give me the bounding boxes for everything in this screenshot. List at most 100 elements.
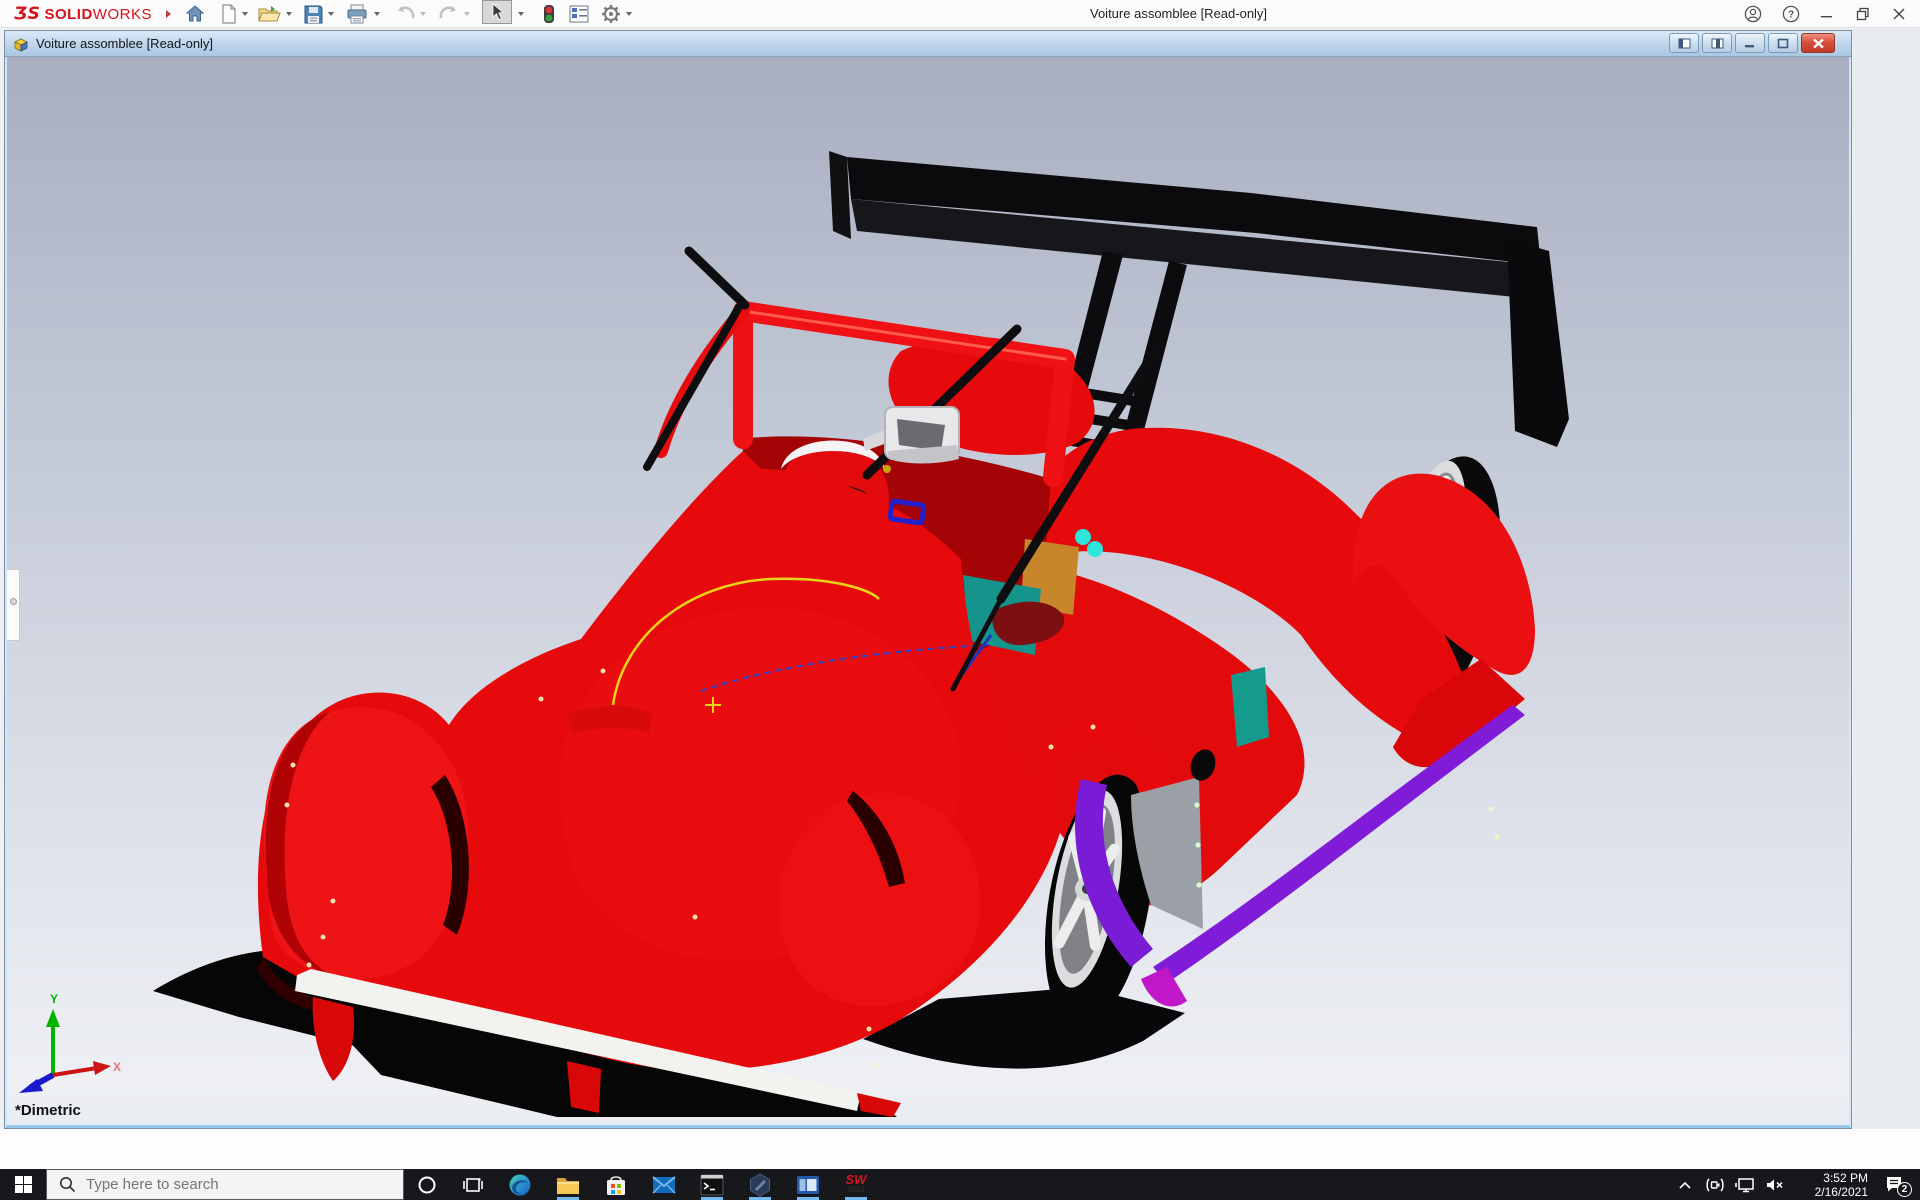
search-icon: [59, 1176, 76, 1193]
document-window: Voiture assomblee [Read-only]: [4, 30, 1852, 1129]
save-icon: [304, 5, 323, 24]
y-axis-arrow: [46, 1009, 60, 1027]
help-button[interactable]: ?: [1778, 0, 1804, 28]
front-bodywork[interactable]: [257, 451, 1061, 1070]
doc-pane-right-button[interactable]: [1702, 33, 1732, 53]
select-tool-button[interactable]: [482, 0, 512, 24]
open-button[interactable]: [256, 0, 282, 28]
doc-maximize-icon: [1777, 38, 1789, 49]
new-document-button[interactable]: [216, 0, 242, 28]
gear-icon: [601, 4, 621, 24]
options-dropdown[interactable]: [624, 0, 634, 28]
app-minimize-button[interactable]: [1814, 0, 1840, 28]
taskbar-app-edge[interactable]: [496, 1169, 544, 1200]
rebuild-button[interactable]: [536, 0, 562, 28]
restore-icon: [1856, 7, 1870, 21]
brand-works: WORKS: [93, 6, 152, 23]
windows-logo-icon: [15, 1176, 32, 1193]
file-explorer-icon: [556, 1174, 580, 1196]
doc-minimize-button[interactable]: [1735, 33, 1765, 53]
undo-dropdown[interactable]: [418, 0, 428, 28]
save-dropdown[interactable]: [326, 0, 336, 28]
select-tool-dropdown[interactable]: [516, 0, 526, 28]
solidworks-logo: ƷS SOLIDWORKS: [8, 0, 158, 28]
wing-endplate: [1507, 239, 1569, 447]
meet-now-icon: [1705, 1177, 1725, 1193]
taskbar-app-mail[interactable]: [640, 1169, 688, 1200]
taskbar-app-hexagon[interactable]: [736, 1169, 784, 1200]
new-document-dropdown[interactable]: [240, 0, 250, 28]
new-document-icon: [220, 4, 238, 24]
doc-close-button[interactable]: [1801, 33, 1835, 53]
notification-badge: 2: [1897, 1182, 1912, 1197]
app-titlebar: ƷS SOLIDWORKS: [0, 0, 1920, 28]
display-settings-icon: [569, 5, 589, 23]
quarter-window-panel: [1231, 667, 1269, 747]
document-titlebar[interactable]: Voiture assomblee [Read-only]: [5, 31, 1851, 57]
app-window-title: Voiture assomblee [Read-only]: [1090, 0, 1267, 28]
close-icon: [1892, 7, 1906, 21]
help-icon: ?: [1782, 5, 1800, 23]
volume-button[interactable]: [1760, 1169, 1790, 1200]
solidworks-app-icon: SW 2021: [846, 1175, 867, 1195]
taskbar-search[interactable]: [46, 1169, 404, 1200]
pane-right-icon: [1711, 38, 1724, 49]
taskbar: SW 2021: [0, 1169, 1920, 1200]
home-icon: [185, 4, 205, 24]
mail-icon: [652, 1175, 676, 1195]
window-app-icon: [796, 1175, 820, 1195]
undo-icon: [394, 5, 416, 23]
print-button[interactable]: [344, 0, 370, 28]
x-axis-arrow: [93, 1061, 111, 1075]
y-axis-label: Y: [50, 992, 58, 1006]
search-input[interactable]: [86, 1176, 376, 1193]
hidden-icons-button[interactable]: [1670, 1169, 1700, 1200]
open-icon: [257, 4, 281, 24]
action-center-button[interactable]: 2: [1874, 1169, 1914, 1200]
print-dropdown[interactable]: [372, 0, 382, 28]
reference-triad[interactable]: Y X: [13, 991, 125, 1095]
account-icon: [1744, 5, 1762, 23]
cyan-detail: [1087, 541, 1103, 557]
redo-icon: [438, 5, 460, 23]
edge-icon: [508, 1173, 532, 1197]
save-button[interactable]: [300, 0, 326, 28]
feature-pane-handle[interactable]: [7, 569, 20, 641]
hexagon-app-icon: [748, 1173, 772, 1197]
home-button[interactable]: [182, 0, 208, 28]
account-button[interactable]: [1740, 0, 1766, 28]
doc-pane-left-button[interactable]: [1669, 33, 1699, 53]
undo-button[interactable]: [392, 0, 418, 28]
graphics-viewport[interactable]: Y X *Dimetric: [5, 57, 1851, 1128]
car-model[interactable]: [7, 57, 1849, 1125]
network-button[interactable]: [1730, 1169, 1760, 1200]
assembly-document-icon: [12, 36, 30, 52]
svg-text:?: ?: [1788, 10, 1794, 21]
app-restore-button[interactable]: [1850, 0, 1876, 28]
cortana-button[interactable]: [404, 1169, 450, 1200]
doc-maximize-button[interactable]: [1768, 33, 1798, 53]
options-button[interactable]: [598, 0, 624, 28]
rebuild-traffic-light-icon: [543, 4, 555, 24]
redo-dropdown[interactable]: [462, 0, 472, 28]
task-view-button[interactable]: [450, 1169, 496, 1200]
cyan-detail: [1075, 529, 1091, 545]
redo-button[interactable]: [436, 0, 462, 28]
cortana-icon: [417, 1175, 437, 1195]
taskbar-app-store[interactable]: [592, 1169, 640, 1200]
taskbar-app-command-prompt[interactable]: [688, 1169, 736, 1200]
app-close-button[interactable]: [1886, 0, 1912, 28]
start-button[interactable]: [0, 1169, 46, 1200]
print-icon: [346, 4, 368, 24]
desktop-strip: [0, 1129, 1920, 1169]
doc-minimize-icon: [1744, 38, 1756, 49]
display-settings-button[interactable]: [566, 0, 592, 28]
system-tray: 3:52 PM 2/16/2021 2: [1670, 1169, 1920, 1200]
taskbar-app-file-explorer[interactable]: [544, 1169, 592, 1200]
taskbar-app-window[interactable]: [784, 1169, 832, 1200]
taskbar-app-solidworks[interactable]: SW 2021: [832, 1169, 880, 1200]
menu-expand-arrow[interactable]: [162, 0, 174, 28]
taskbar-clock[interactable]: 3:52 PM 2/16/2021: [1790, 1171, 1874, 1199]
meet-now-button[interactable]: [1700, 1169, 1730, 1200]
open-dropdown[interactable]: [284, 0, 294, 28]
